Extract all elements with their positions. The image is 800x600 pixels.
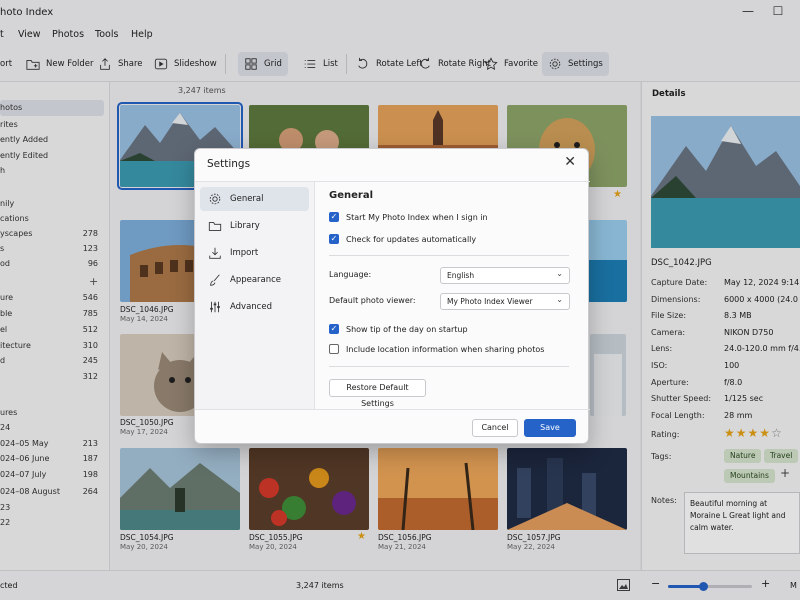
restore-defaults-button[interactable]: Restore Default Settings (329, 379, 426, 408)
include-location-checkbox[interactable]: Include location information when sharin… (329, 344, 544, 354)
checkbox-unchecked[interactable] (329, 344, 339, 354)
nav-general[interactable]: General (200, 187, 309, 211)
start-on-signin-checkbox[interactable]: ✓ Start My Photo Index when I sign in (329, 212, 488, 222)
nav-advanced[interactable]: Advanced (200, 295, 309, 319)
check-updates-checkbox[interactable]: ✓ Check for updates automatically (329, 234, 476, 244)
checkbox-checked[interactable]: ✓ (329, 234, 339, 244)
nav-import[interactable]: Import (200, 241, 309, 265)
show-tip-checkbox[interactable]: ✓ Show tip of the day on startup (329, 324, 468, 334)
save-button[interactable]: Save (524, 419, 576, 437)
folder-icon (208, 222, 222, 231)
checkbox-checked[interactable]: ✓ (329, 212, 339, 222)
sliders-icon (210, 301, 220, 313)
viewer-select[interactable]: My Photo Index Viewer ⌄ (440, 293, 570, 310)
settings-dialog: Settings ✕ General Library Import Appear… (194, 148, 590, 445)
close-icon[interactable]: ✕ (564, 154, 576, 170)
divider (329, 255, 569, 256)
chevron-down-icon: ⌄ (556, 269, 563, 278)
language-label: Language: (329, 270, 372, 279)
settings-nav: General Library Import Appearance Advanc… (195, 181, 315, 409)
dialog-title: Settings (207, 158, 251, 170)
download-icon (209, 247, 221, 259)
gear-icon (209, 193, 221, 205)
nav-library[interactable]: Library (200, 214, 309, 238)
brush-icon (210, 274, 220, 286)
settings-content: General ✓ Start My Photo Index when I sig… (315, 181, 590, 409)
divider (329, 366, 569, 367)
section-title: General (329, 190, 373, 201)
viewer-label: Default photo viewer: (329, 296, 416, 305)
cancel-button[interactable]: Cancel (472, 419, 518, 437)
nav-appearance[interactable]: Appearance (200, 268, 309, 292)
checkbox-checked[interactable]: ✓ (329, 324, 339, 334)
chevron-down-icon: ⌄ (556, 295, 563, 304)
language-select[interactable]: English ⌄ (440, 267, 570, 284)
dialog-footer: Cancel Save (195, 409, 590, 445)
